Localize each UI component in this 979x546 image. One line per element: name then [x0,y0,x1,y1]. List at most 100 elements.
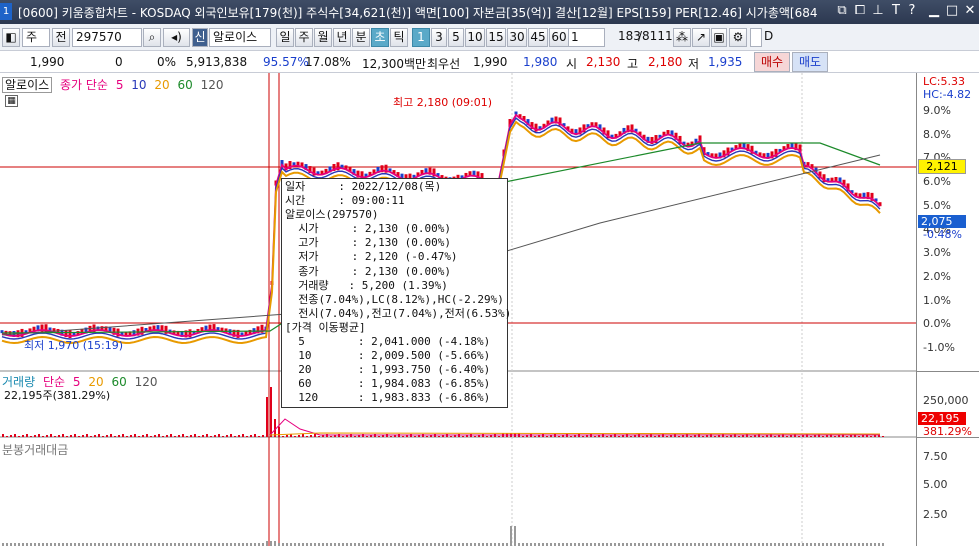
volume-bar [414,436,416,437]
volume-bar [254,434,256,437]
amount-bar [270,541,272,546]
tooltip-row: 시간 : 09:00:11 [285,194,405,208]
interval-6[interactable]: 45 [528,28,548,47]
volume-bar [182,434,184,437]
volume-bar [330,436,332,437]
grid-icon[interactable]: ▦ [5,95,18,107]
search-icon[interactable]: ⌕ [143,28,161,47]
chart-menu-icon[interactable]: ◧ [2,28,20,47]
draw-icon[interactable]: ↗ [692,28,710,47]
volume-bar [438,436,440,437]
help-icon[interactable]: ? [904,3,920,18]
volume-ratio: 95.57% [263,55,309,69]
interval-2[interactable]: 5 [448,28,464,47]
buy-button[interactable]: 매수 [754,52,790,72]
volume: 5,913,838 [186,55,248,69]
open: 2,130 [586,55,621,69]
count-select[interactable]: 1 [567,28,605,47]
volume-bar [166,435,168,437]
period-4[interactable]: 분 [352,28,370,47]
bid: 1,980 [523,55,558,69]
volume-bar [38,434,40,437]
volume-bar [158,434,160,437]
volume-bar [30,436,32,437]
checkbox-label: D [764,29,774,43]
volume-bar [18,436,20,437]
tooltip-row: 저가 : 2,120 (-0.47%) [285,250,458,264]
low-label: 저 [688,57,700,71]
interval-0[interactable]: 1 [412,28,430,47]
prev-button[interactable]: 전 [52,28,70,47]
volume-bar [298,435,300,437]
save-icon[interactable]: ▣ [711,28,727,47]
volume-bar [762,436,764,437]
amount-title: 분봉거래대금 [2,443,69,457]
amount-legend: 분봉거래대금 [2,441,72,458]
close-icon[interactable]: ✕ [962,3,978,18]
volume-bar [266,397,268,437]
sell-button[interactable]: 매도 [792,52,828,72]
volume-bar [714,436,716,437]
code-input[interactable]: 297570 [72,28,142,47]
volume-bar [666,436,668,437]
window-number: 1 [0,3,12,20]
high-label: 고 [627,57,639,71]
price-ylabel-6: 3.0% [923,246,951,260]
restore-icon[interactable]: ⧉ [834,3,850,18]
tooltip-row: 시가 : 2,130 (0.00%) [285,222,451,236]
volume-bar [46,435,48,437]
volume-bar [378,436,380,437]
volume-bar [134,434,136,437]
ma-10: 10 [131,78,147,92]
volume-bar [106,435,108,437]
market-select[interactable]: 주 [22,28,50,47]
minimize-icon[interactable]: ▁ [926,3,942,18]
volume-bar [606,436,608,437]
copy-icon[interactable]: ⧠ [852,3,868,18]
volume-bar [474,436,476,437]
text-icon[interactable]: T [888,3,904,18]
sound-icon[interactable]: ◂) [163,28,190,47]
current-price-tag: 2,121 [918,159,966,174]
volume-bar [450,436,452,437]
open-label: 시 [566,57,578,71]
tooltip-row: 일자 : 2022/12/08(목) [285,180,442,193]
volume-bar [774,436,776,437]
period-2[interactable]: 월 [314,28,332,47]
interval-7[interactable]: 60 [549,28,569,47]
volume-bar [94,435,96,437]
volume-bar [242,434,244,437]
amount-ylabel-500: 5.00 [923,478,948,491]
period-0[interactable]: 일 [276,28,294,47]
period-6[interactable]: 틱 [390,28,408,47]
volume-bar [118,435,120,437]
pin-icon[interactable]: ⊥ [870,3,886,18]
stock-name-field[interactable]: 알로이스 [209,28,271,47]
volume-bar [194,434,196,437]
tooltip-row: 전시(7.04%),전고(7.04%),전저(6.53%) [285,306,512,320]
interval-4[interactable]: 15 [486,28,506,47]
period-3[interactable]: 년 [333,28,351,47]
volume-bar [546,436,548,437]
tooltip-row: 전종(7.04%),LC(8.12%),HC(-2.29%) [285,292,504,306]
amount-ylabel-250: 2.50 [923,508,948,521]
interval-5[interactable]: 30 [507,28,527,47]
interval-1[interactable]: 3 [431,28,447,47]
volume-bar [174,436,176,437]
volume-bar [162,436,164,437]
volume-bar [66,436,68,437]
volume-bar [390,436,392,437]
tooltip-row: 10 : 2,009.500 (-5.66%) [285,349,491,363]
volume-bar [726,436,728,437]
maximize-icon[interactable]: □ [944,3,960,18]
chart-area[interactable]: 알로이스 종가 단순 5 10 20 60 120 ▦ LC:5.33 HC:-… [0,73,979,546]
scatter-icon[interactable]: ⁂ [673,28,691,47]
gear-icon[interactable]: ⚙ [729,28,747,47]
volume-bar [222,436,224,437]
d-checkbox[interactable] [750,28,762,47]
period-5[interactable]: 초 [371,28,389,47]
interval-3[interactable]: 10 [465,28,485,47]
volume-bar [882,436,884,437]
volume-bar [114,436,116,437]
period-1[interactable]: 주 [295,28,313,47]
